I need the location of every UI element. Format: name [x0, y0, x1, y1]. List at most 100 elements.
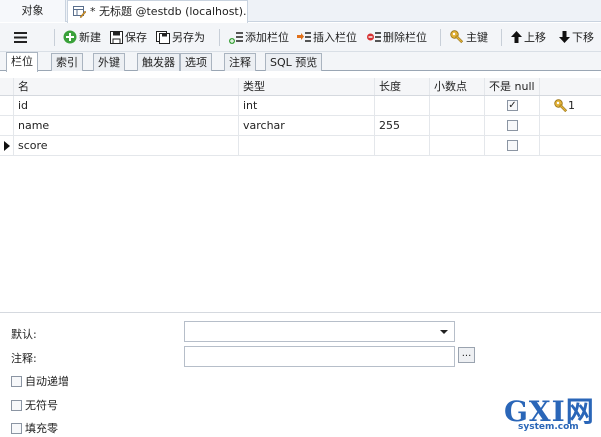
add-field-icon	[229, 31, 243, 44]
field-length-cell[interactable]	[375, 96, 430, 115]
auto-increment-checkbox[interactable]: 自动递增	[11, 373, 69, 389]
tab-triggers[interactable]: 触发器	[137, 53, 180, 71]
arrow-up-icon	[511, 31, 522, 43]
checkbox-box	[11, 375, 22, 387]
comment-input[interactable]	[184, 346, 455, 367]
primary-key-icon	[554, 99, 568, 113]
tab-sql-preview[interactable]: SQL 预览	[265, 53, 323, 71]
tab-fields[interactable]: 栏位	[6, 52, 38, 72]
not-null-checkbox[interactable]	[507, 140, 518, 151]
field-type-cell[interactable]: int	[239, 96, 375, 115]
move-down-button[interactable]: 下移	[559, 23, 594, 52]
row-selector[interactable]	[0, 96, 14, 115]
key-cell: 1	[540, 96, 601, 115]
table-row[interactable]: id int ✓ 1	[0, 96, 601, 116]
hamburger-icon	[14, 31, 27, 43]
header-name[interactable]: 名	[14, 78, 239, 95]
design-subtab-bar: 栏位 索引 外键 触发器 选项 注释 SQL 预览	[0, 52, 601, 72]
field-length-cell[interactable]	[375, 136, 430, 155]
save-as-button[interactable]: 另存为	[156, 23, 205, 52]
header-key	[540, 78, 601, 95]
move-up-button[interactable]: 上移	[511, 23, 546, 52]
tab-table-design[interactable]: * 无标题 @testdb (localhost)...	[67, 0, 248, 23]
header-not-null[interactable]: 不是 null	[485, 78, 540, 95]
field-type-cell[interactable]: varchar	[239, 116, 375, 135]
not-null-checkbox[interactable]	[507, 120, 518, 131]
delete-field-label: 删除栏位	[383, 31, 427, 44]
not-null-cell	[485, 136, 540, 155]
tab-foreign-keys[interactable]: 外键	[93, 53, 125, 71]
header-decimals[interactable]: 小数点	[430, 78, 485, 95]
tab-objects[interactable]: 对象	[0, 0, 66, 22]
row-selector-header	[0, 78, 14, 95]
zerofill-label: 填充零	[25, 422, 58, 435]
toolbar-separator	[54, 29, 55, 46]
default-dropdown[interactable]	[184, 321, 455, 342]
field-type-cell[interactable]: int	[239, 136, 375, 155]
not-null-checkbox[interactable]: ✓	[507, 100, 518, 111]
table-row[interactable]: name varchar 255	[0, 116, 601, 136]
save-label: 保存	[125, 31, 147, 44]
header-type[interactable]: 类型	[239, 78, 375, 95]
insert-field-icon	[297, 31, 311, 42]
document-title: * 无标题 @testdb (localhost)...	[90, 5, 248, 18]
zerofill-checkbox[interactable]: 填充零	[11, 420, 58, 436]
tab-comment[interactable]: 注释	[224, 53, 256, 71]
add-field-label: 添加栏位	[245, 31, 289, 44]
new-label: 新建	[79, 31, 101, 44]
fields-grid: 名 类型 长度 小数点 不是 null id int ✓ 1 name varc…	[0, 78, 601, 156]
field-length-cell[interactable]: 255	[375, 116, 430, 135]
add-field-button[interactable]: 添加栏位	[229, 23, 289, 52]
toolbar-separator	[501, 29, 502, 46]
field-name-cell[interactable]: name	[14, 116, 239, 135]
save-button[interactable]: 保存	[110, 23, 147, 52]
tab-indexes[interactable]: 索引	[51, 53, 83, 71]
field-decimals-cell[interactable]	[430, 116, 485, 135]
field-name-cell[interactable]: id	[14, 96, 239, 115]
grid-header-row: 名 类型 长度 小数点 不是 null	[0, 78, 601, 96]
unsigned-checkbox[interactable]: 无符号	[11, 397, 58, 413]
table-design-toolbar: 新建 保存 另存为 添加栏位 插入栏位 删除栏位 主键 上移 下移	[0, 23, 601, 52]
key-cell	[540, 116, 601, 135]
site-watermark: GXI网 system.com	[500, 390, 600, 436]
save-as-label: 另存为	[172, 31, 205, 44]
row-selector[interactable]	[0, 116, 14, 135]
key-order: 1	[568, 99, 575, 112]
new-button[interactable]: 新建	[63, 23, 101, 52]
comment-label: 注释:	[11, 352, 37, 365]
not-null-cell	[485, 116, 540, 135]
field-decimals-cell[interactable]	[430, 96, 485, 115]
checkbox-box	[11, 399, 22, 411]
auto-increment-label: 自动递增	[25, 375, 69, 388]
menu-button[interactable]	[14, 23, 29, 52]
tab-options[interactable]: 选项	[180, 53, 212, 71]
not-null-cell: ✓	[485, 96, 540, 115]
header-length[interactable]: 长度	[375, 78, 430, 95]
save-as-icon	[156, 30, 170, 44]
arrow-down-icon	[559, 31, 570, 43]
watermark-site: system.com	[518, 422, 579, 432]
new-plus-icon	[63, 30, 77, 44]
document-tab-bar: 对象 * 无标题 @testdb (localhost)...	[0, 0, 601, 23]
field-name-cell[interactable]: score	[14, 136, 239, 155]
dropdown-arrow-icon	[440, 330, 448, 334]
insert-field-label: 插入栏位	[313, 31, 357, 44]
delete-field-icon	[367, 31, 381, 42]
unsigned-label: 无符号	[25, 399, 58, 412]
move-down-label: 下移	[572, 31, 594, 44]
current-row-arrow-icon	[4, 141, 10, 151]
toolbar-separator	[219, 29, 220, 46]
toolbar-separator	[440, 29, 441, 46]
comment-ellipsis-button[interactable]: ...	[458, 347, 475, 363]
table-edit-icon	[73, 6, 86, 18]
save-disk-icon	[110, 30, 123, 44]
insert-field-button[interactable]: 插入栏位	[297, 23, 357, 52]
field-decimals-cell[interactable]	[430, 136, 485, 155]
table-row[interactable]: score int	[0, 136, 601, 156]
primary-key-label: 主键	[466, 31, 488, 44]
row-selector[interactable]	[0, 136, 14, 155]
primary-key-button[interactable]: 主键	[450, 23, 488, 52]
checkbox-box	[11, 422, 22, 434]
delete-field-button[interactable]: 删除栏位	[367, 23, 427, 52]
default-label: 默认:	[11, 328, 37, 341]
